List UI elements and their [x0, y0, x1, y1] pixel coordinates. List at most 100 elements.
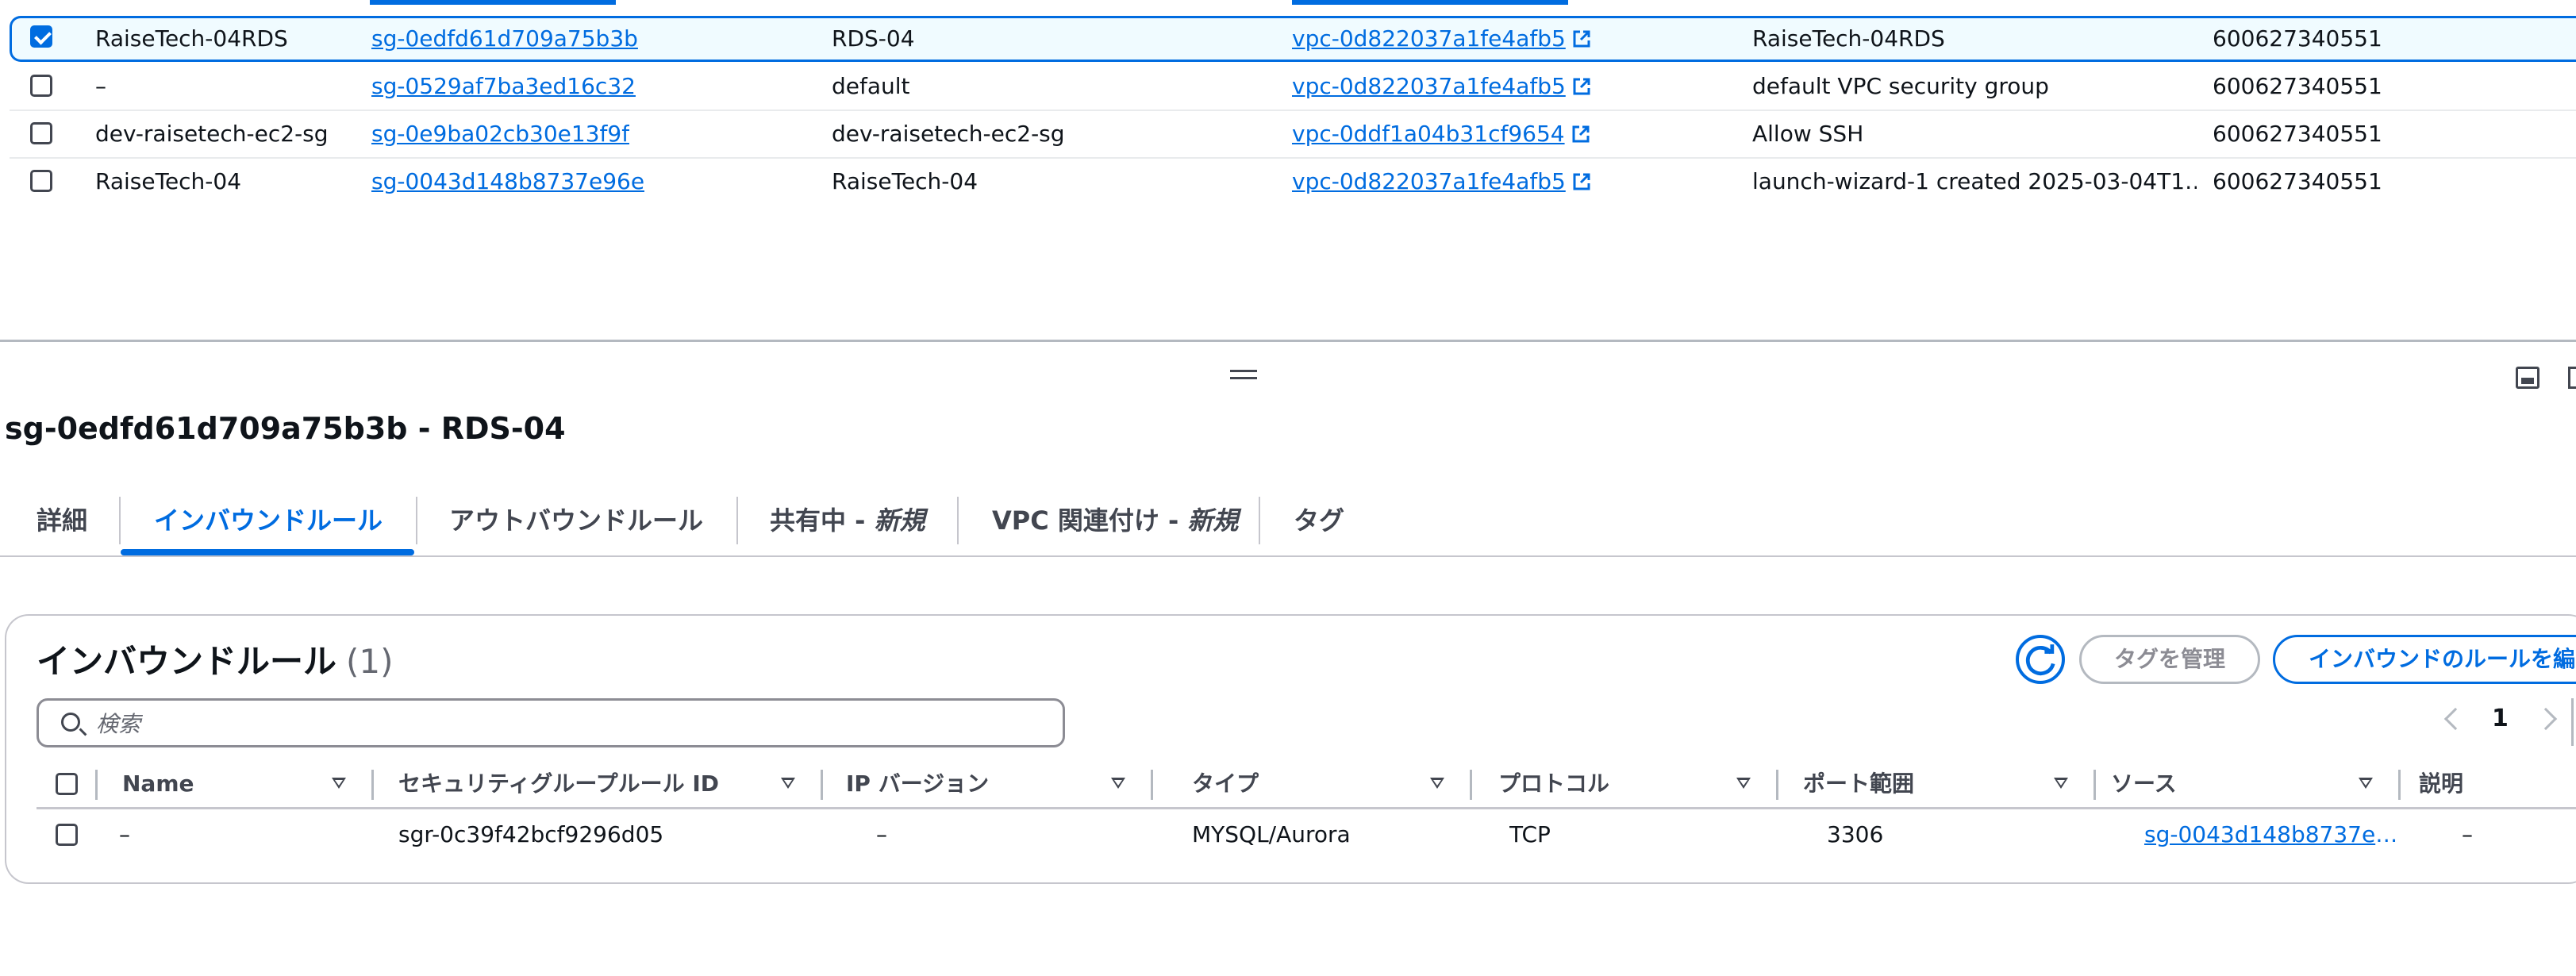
column-header-port-range[interactable]: ポート範囲 — [1803, 759, 1914, 809]
sg-description: Allow SSH — [1752, 121, 1864, 147]
tab-inbound-rules[interactable]: インバウンドルール — [154, 497, 383, 544]
sg-description: RaiseTech-04RDS — [1752, 25, 1945, 52]
sg-name: RaiseTech-04RDS — [95, 25, 288, 52]
rules-table-header: Name セキュリティグループルール ID IP バージョン タイプ プロトコル… — [37, 759, 2576, 809]
table-row[interactable]: RaiseTech-04 sg-0043d148b8737e96e RaiseT… — [0, 157, 2576, 206]
table-row[interactable]: dev-raisetech-ec2-sg sg-0e9ba02cb30e13f9… — [0, 110, 2576, 159]
owner-id: 600627340551 — [2213, 25, 2382, 52]
tab-vpc-associations[interactable]: VPC 関連付け - 新規 — [992, 497, 1238, 544]
rule-id: sgr-0c39f42bcf9296d05 — [398, 821, 664, 847]
column-separator — [95, 770, 98, 800]
sort-icon[interactable] — [781, 778, 795, 789]
inbound-rules-title: インバウンドルール — [37, 642, 337, 681]
sg-id-link[interactable]: sg-0529af7ba3ed16c32 — [371, 62, 636, 111]
panel-toggle-icon[interactable] — [2516, 367, 2539, 389]
column-separator — [371, 770, 374, 800]
select-all-checkbox[interactable] — [56, 773, 78, 795]
owner-id: 600627340551 — [2213, 73, 2382, 99]
row-checkbox[interactable] — [30, 75, 52, 97]
page-number[interactable]: 1 — [2492, 705, 2509, 732]
column-separator — [1151, 770, 1153, 800]
vpc-id[interactable]: vpc-0d822037a1fe4afb5 — [1292, 73, 1566, 99]
rule-ip-version: – — [876, 821, 887, 847]
sg-id-link[interactable]: sg-0e9ba02cb30e13f9f — [371, 110, 629, 159]
column-header-name[interactable]: Name — [122, 759, 194, 809]
column-header-type[interactable]: タイプ — [1192, 759, 1259, 809]
detail-title: sg-0edfd61d709a75b3b - RDS-04 — [5, 411, 566, 446]
manage-tags-button[interactable]: タグを管理 — [2079, 635, 2260, 684]
row-checkbox[interactable] — [30, 170, 52, 192]
vpc-id[interactable]: vpc-0d822037a1fe4afb5 — [1292, 168, 1566, 194]
sg-id-link[interactable]: sg-0edfd61d709a75b3b — [371, 14, 638, 63]
sort-icon[interactable] — [2359, 778, 2373, 789]
sort-icon[interactable] — [1430, 778, 1444, 789]
pager-separator — [2571, 698, 2574, 746]
search-field[interactable] — [37, 698, 1065, 747]
column-header-ip-version[interactable]: IP バージョン — [846, 759, 989, 809]
vpc-id[interactable]: vpc-0ddf1a04b31cf9654 — [1292, 121, 1565, 147]
sg-description: launch-wizard-1 created 2025-03-04T1… — [1752, 168, 2197, 194]
rule-count: (1) — [346, 642, 394, 681]
refresh-button[interactable] — [2016, 635, 2065, 684]
column-separator — [821, 770, 823, 800]
split-divider — [0, 340, 2576, 342]
vpc-link[interactable]: vpc-0d822037a1fe4afb5 — [1292, 157, 1591, 206]
new-badge: 新規 — [874, 505, 925, 536]
rule-port-range: 3306 — [1827, 821, 1884, 847]
tab-outbound-rules[interactable]: アウトバウンドルール — [449, 497, 703, 544]
rule-protocol: TCP — [1509, 821, 1551, 847]
tab-details[interactable]: 詳細 — [37, 497, 87, 544]
vpc-link[interactable]: vpc-0d822037a1fe4afb5 — [1292, 14, 1591, 63]
sg-name: RaiseTech-04 — [95, 168, 242, 194]
sg-name: – — [95, 73, 106, 99]
vpc-id[interactable]: vpc-0d822037a1fe4afb5 — [1292, 25, 1566, 52]
row-checkbox[interactable] — [30, 122, 52, 144]
external-link-icon — [1573, 173, 1590, 190]
external-link-icon — [1573, 78, 1590, 95]
table-row[interactable]: – sgr-0c39f42bcf9296d05 – MYSQL/Aurora T… — [37, 809, 2576, 860]
vpc-link[interactable]: vpc-0ddf1a04b31cf9654 — [1292, 110, 1590, 159]
tab-tags[interactable]: タグ — [1294, 497, 1344, 544]
column-separator — [1470, 770, 1472, 800]
vpc-link[interactable]: vpc-0d822037a1fe4afb5 — [1292, 62, 1591, 111]
sg-group-name: RDS-04 — [832, 25, 915, 52]
refresh-icon — [2025, 644, 2055, 676]
row-checkbox[interactable] — [56, 824, 78, 846]
inbound-rules-heading: インバウンドルール (1) — [37, 635, 394, 683]
external-link-icon — [1572, 125, 1590, 143]
sg-group-name: dev-raisetech-ec2-sg — [832, 121, 1065, 147]
sort-icon[interactable] — [1111, 778, 1125, 789]
panel-side-icon[interactable] — [2568, 367, 2576, 389]
sg-group-name: RaiseTech-04 — [832, 168, 978, 194]
table-row[interactable]: – sg-0529af7ba3ed16c32 default vpc-0d822… — [0, 62, 2576, 111]
column-header-description[interactable]: 説明 — [2419, 759, 2463, 809]
security-group-table: RaiseTech-04RDS sg-0edfd61d709a75b3b RDS… — [0, 0, 2576, 340]
column-header-protocol[interactable]: プロトコル — [1498, 759, 1609, 809]
tab-separator — [416, 497, 417, 544]
partial-row-link — [1292, 0, 1568, 5]
search-icon — [61, 713, 80, 732]
resize-handle-icon[interactable] — [1230, 370, 1257, 379]
tab-sharing[interactable]: 共有中 - 新規 — [770, 497, 925, 544]
search-input[interactable] — [96, 709, 1048, 739]
column-separator — [2093, 770, 2096, 800]
tabs-baseline — [0, 555, 2576, 557]
tab-sharing-label: 共有中 - — [770, 505, 875, 536]
detail-tabs: 詳細 インバウンドルール アウトバウンドルール 共有中 - 新規 VPC 関連付… — [0, 486, 2576, 557]
sg-id-link[interactable]: sg-0043d148b8737e96e — [371, 157, 644, 206]
column-header-rule-id[interactable]: セキュリティグループルール ID — [398, 759, 719, 809]
owner-id: 600627340551 — [2213, 121, 2382, 147]
rule-source-link[interactable]: sg-0043d148b8737e96… — [2144, 809, 2406, 860]
sort-icon[interactable] — [1736, 778, 1751, 789]
active-tab-indicator — [121, 549, 414, 555]
table-row[interactable]: RaiseTech-04RDS sg-0edfd61d709a75b3b RDS… — [0, 14, 2576, 63]
row-checkbox[interactable] — [30, 25, 52, 48]
tab-separator — [1259, 497, 1260, 544]
edit-inbound-rules-button[interactable]: インバウンドのルールを編 — [2273, 635, 2576, 684]
column-separator — [1776, 770, 1778, 800]
sort-icon[interactable] — [2054, 778, 2068, 789]
sort-icon[interactable] — [332, 778, 346, 789]
rule-name: – — [119, 821, 130, 847]
column-header-source[interactable]: ソース — [2111, 759, 2177, 809]
rule-type: MYSQL/Aurora — [1192, 821, 1351, 847]
